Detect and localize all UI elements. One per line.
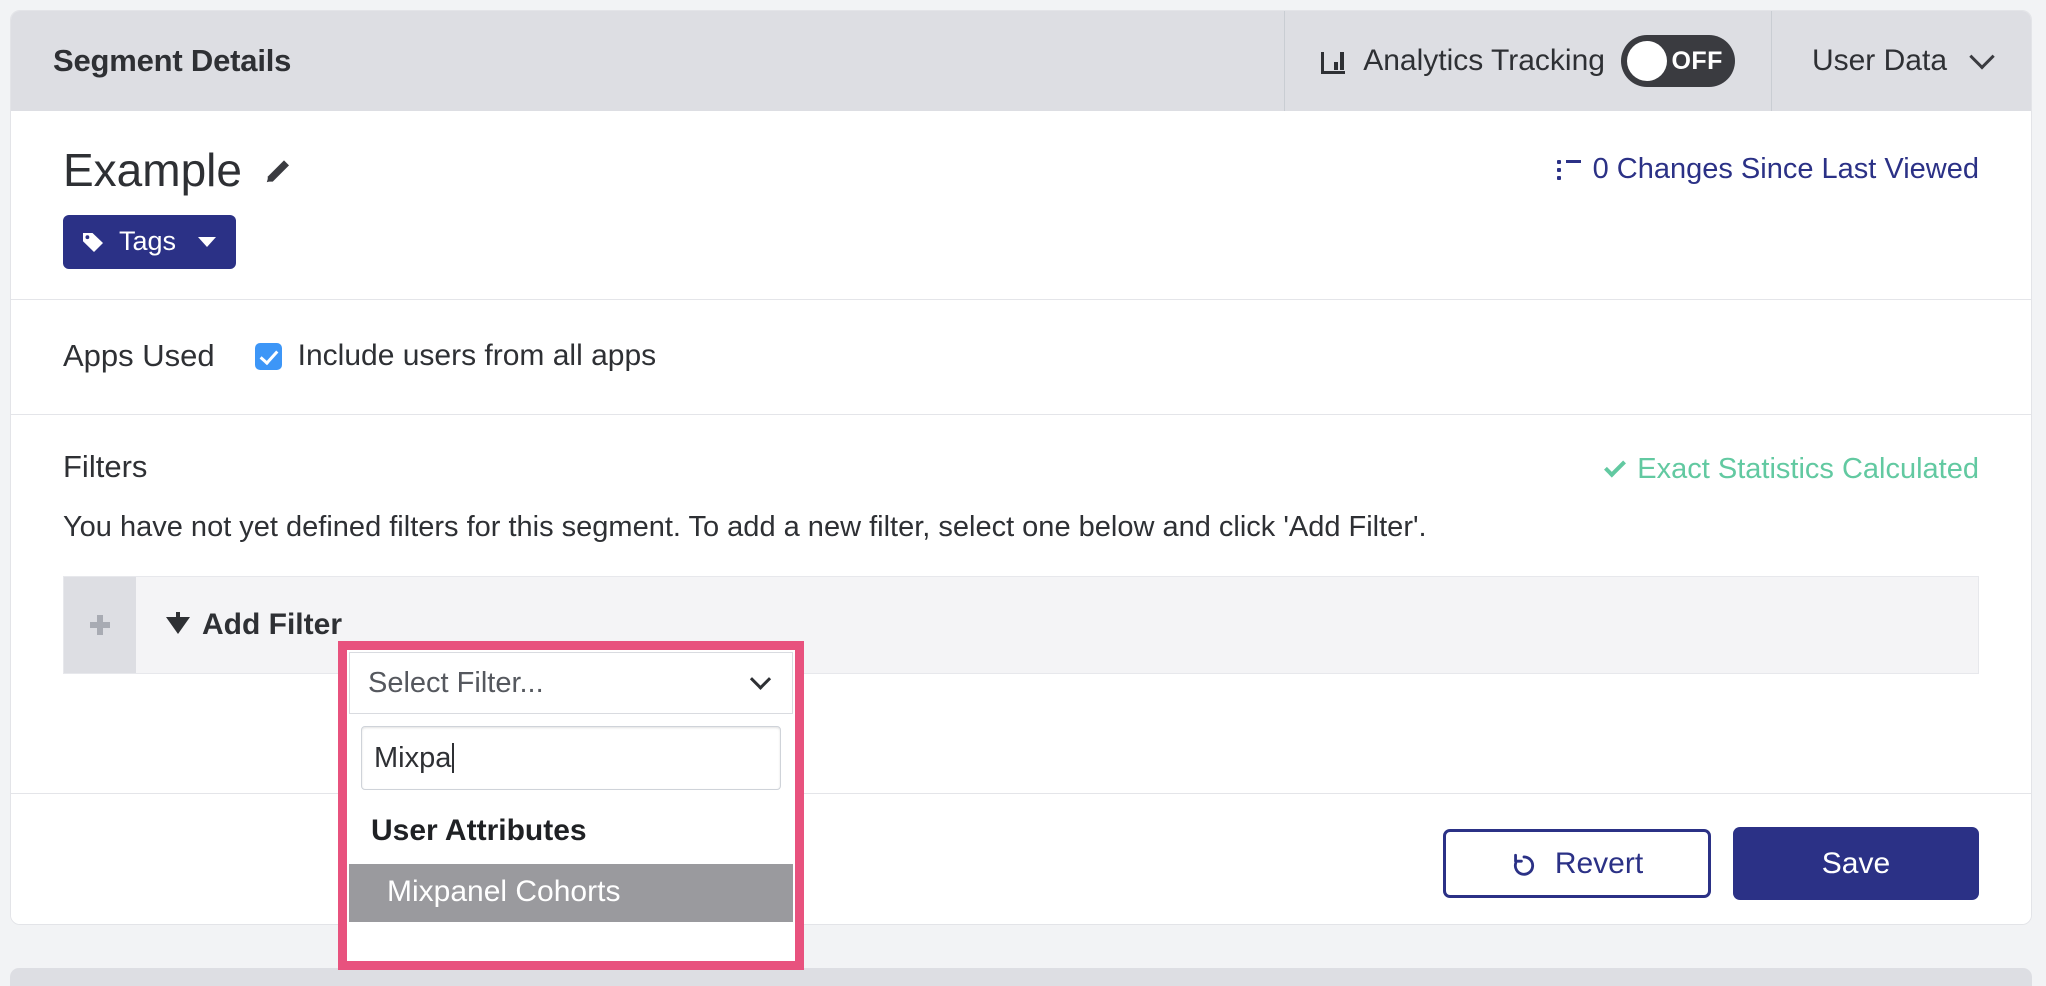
bottom-panel-strip — [10, 968, 2032, 986]
divider-filters-footer — [11, 793, 2031, 794]
checkbox-box — [255, 343, 282, 370]
list-icon — [1557, 160, 1581, 180]
include-all-apps-label: Include users from all apps — [298, 339, 657, 373]
segment-details-card: Segment Details Analytics Tracking OFF U… — [10, 10, 2032, 925]
analytics-tracking-group: Analytics Tracking OFF — [1285, 11, 1771, 111]
tags-button-label: Tags — [119, 226, 176, 257]
add-filter-plus-button[interactable] — [64, 577, 136, 673]
add-filter-label: Add Filter — [202, 608, 342, 642]
filter-search-input[interactable]: Mixpa — [361, 726, 781, 790]
revert-button[interactable]: Revert — [1443, 829, 1711, 898]
undo-icon — [1511, 851, 1537, 877]
filters-description: You have not yet defined filters for thi… — [63, 511, 1979, 544]
analytics-tracking-label: Analytics Tracking — [1363, 44, 1605, 78]
funnel-icon — [166, 617, 190, 634]
filter-search-value: Mixpa — [374, 742, 454, 775]
bar-chart-icon — [1321, 48, 1347, 74]
segment-title-block: Example Tags — [11, 111, 2031, 299]
screen-root: Segment Details Analytics Tracking OFF U… — [0, 0, 2046, 986]
analytics-tracking-toggle[interactable]: OFF — [1621, 35, 1735, 87]
chevron-down-icon — [750, 668, 771, 689]
plus-icon — [88, 613, 112, 637]
include-all-apps-checkbox[interactable]: Include users from all apps — [255, 339, 657, 373]
user-data-label: User Data — [1812, 44, 1947, 78]
changes-since-last-viewed-link[interactable]: 0 Changes Since Last Viewed — [1557, 153, 1979, 186]
chevron-down-icon — [198, 237, 216, 247]
pencil-icon[interactable] — [264, 155, 294, 185]
revert-button-label: Revert — [1555, 847, 1643, 881]
changes-link-label: 0 Changes Since Last Viewed — [1593, 153, 1979, 186]
filter-select-control[interactable]: Select Filter... — [349, 652, 793, 714]
exact-statistics-status: Exact Statistics Calculated — [1605, 453, 1979, 486]
user-data-menu[interactable]: User Data — [1772, 11, 2031, 111]
filter-select-highlight-box: Select Filter... Mixpa User Attributes M… — [338, 641, 804, 970]
card-footer: Revert Save — [11, 803, 2031, 924]
filters-section: Filters Exact Statistics Calculated You … — [11, 415, 2031, 674]
toggle-knob — [1627, 41, 1667, 81]
header-title-zone: Segment Details — [11, 11, 1284, 111]
apps-used-label: Apps Used — [63, 338, 215, 374]
add-filter-button[interactable]: Add Filter — [136, 577, 372, 673]
apps-used-section: Apps Used Include users from all apps — [11, 300, 2031, 414]
filter-option-mixpanel-cohorts[interactable]: Mixpanel Cohorts — [349, 864, 793, 922]
check-icon — [1604, 456, 1626, 478]
tags-button[interactable]: Tags — [63, 215, 236, 269]
filter-select-placeholder: Select Filter... — [368, 667, 753, 700]
filter-select-panel: Mixpa User Attributes Mixpanel Cohorts — [349, 714, 793, 948]
card-header: Segment Details Analytics Tracking OFF U… — [11, 11, 2031, 111]
segment-name: Example — [63, 147, 242, 193]
exact-statistics-label: Exact Statistics Calculated — [1637, 453, 1979, 486]
save-button[interactable]: Save — [1733, 827, 1979, 900]
filter-group-header: User Attributes — [349, 790, 793, 864]
page-title: Segment Details — [53, 43, 291, 79]
tag-icon — [81, 230, 105, 254]
save-button-label: Save — [1822, 847, 1890, 881]
chevron-down-icon — [1969, 44, 1994, 69]
filter-panel-tail — [349, 922, 793, 948]
toggle-state-label: OFF — [1671, 47, 1723, 76]
